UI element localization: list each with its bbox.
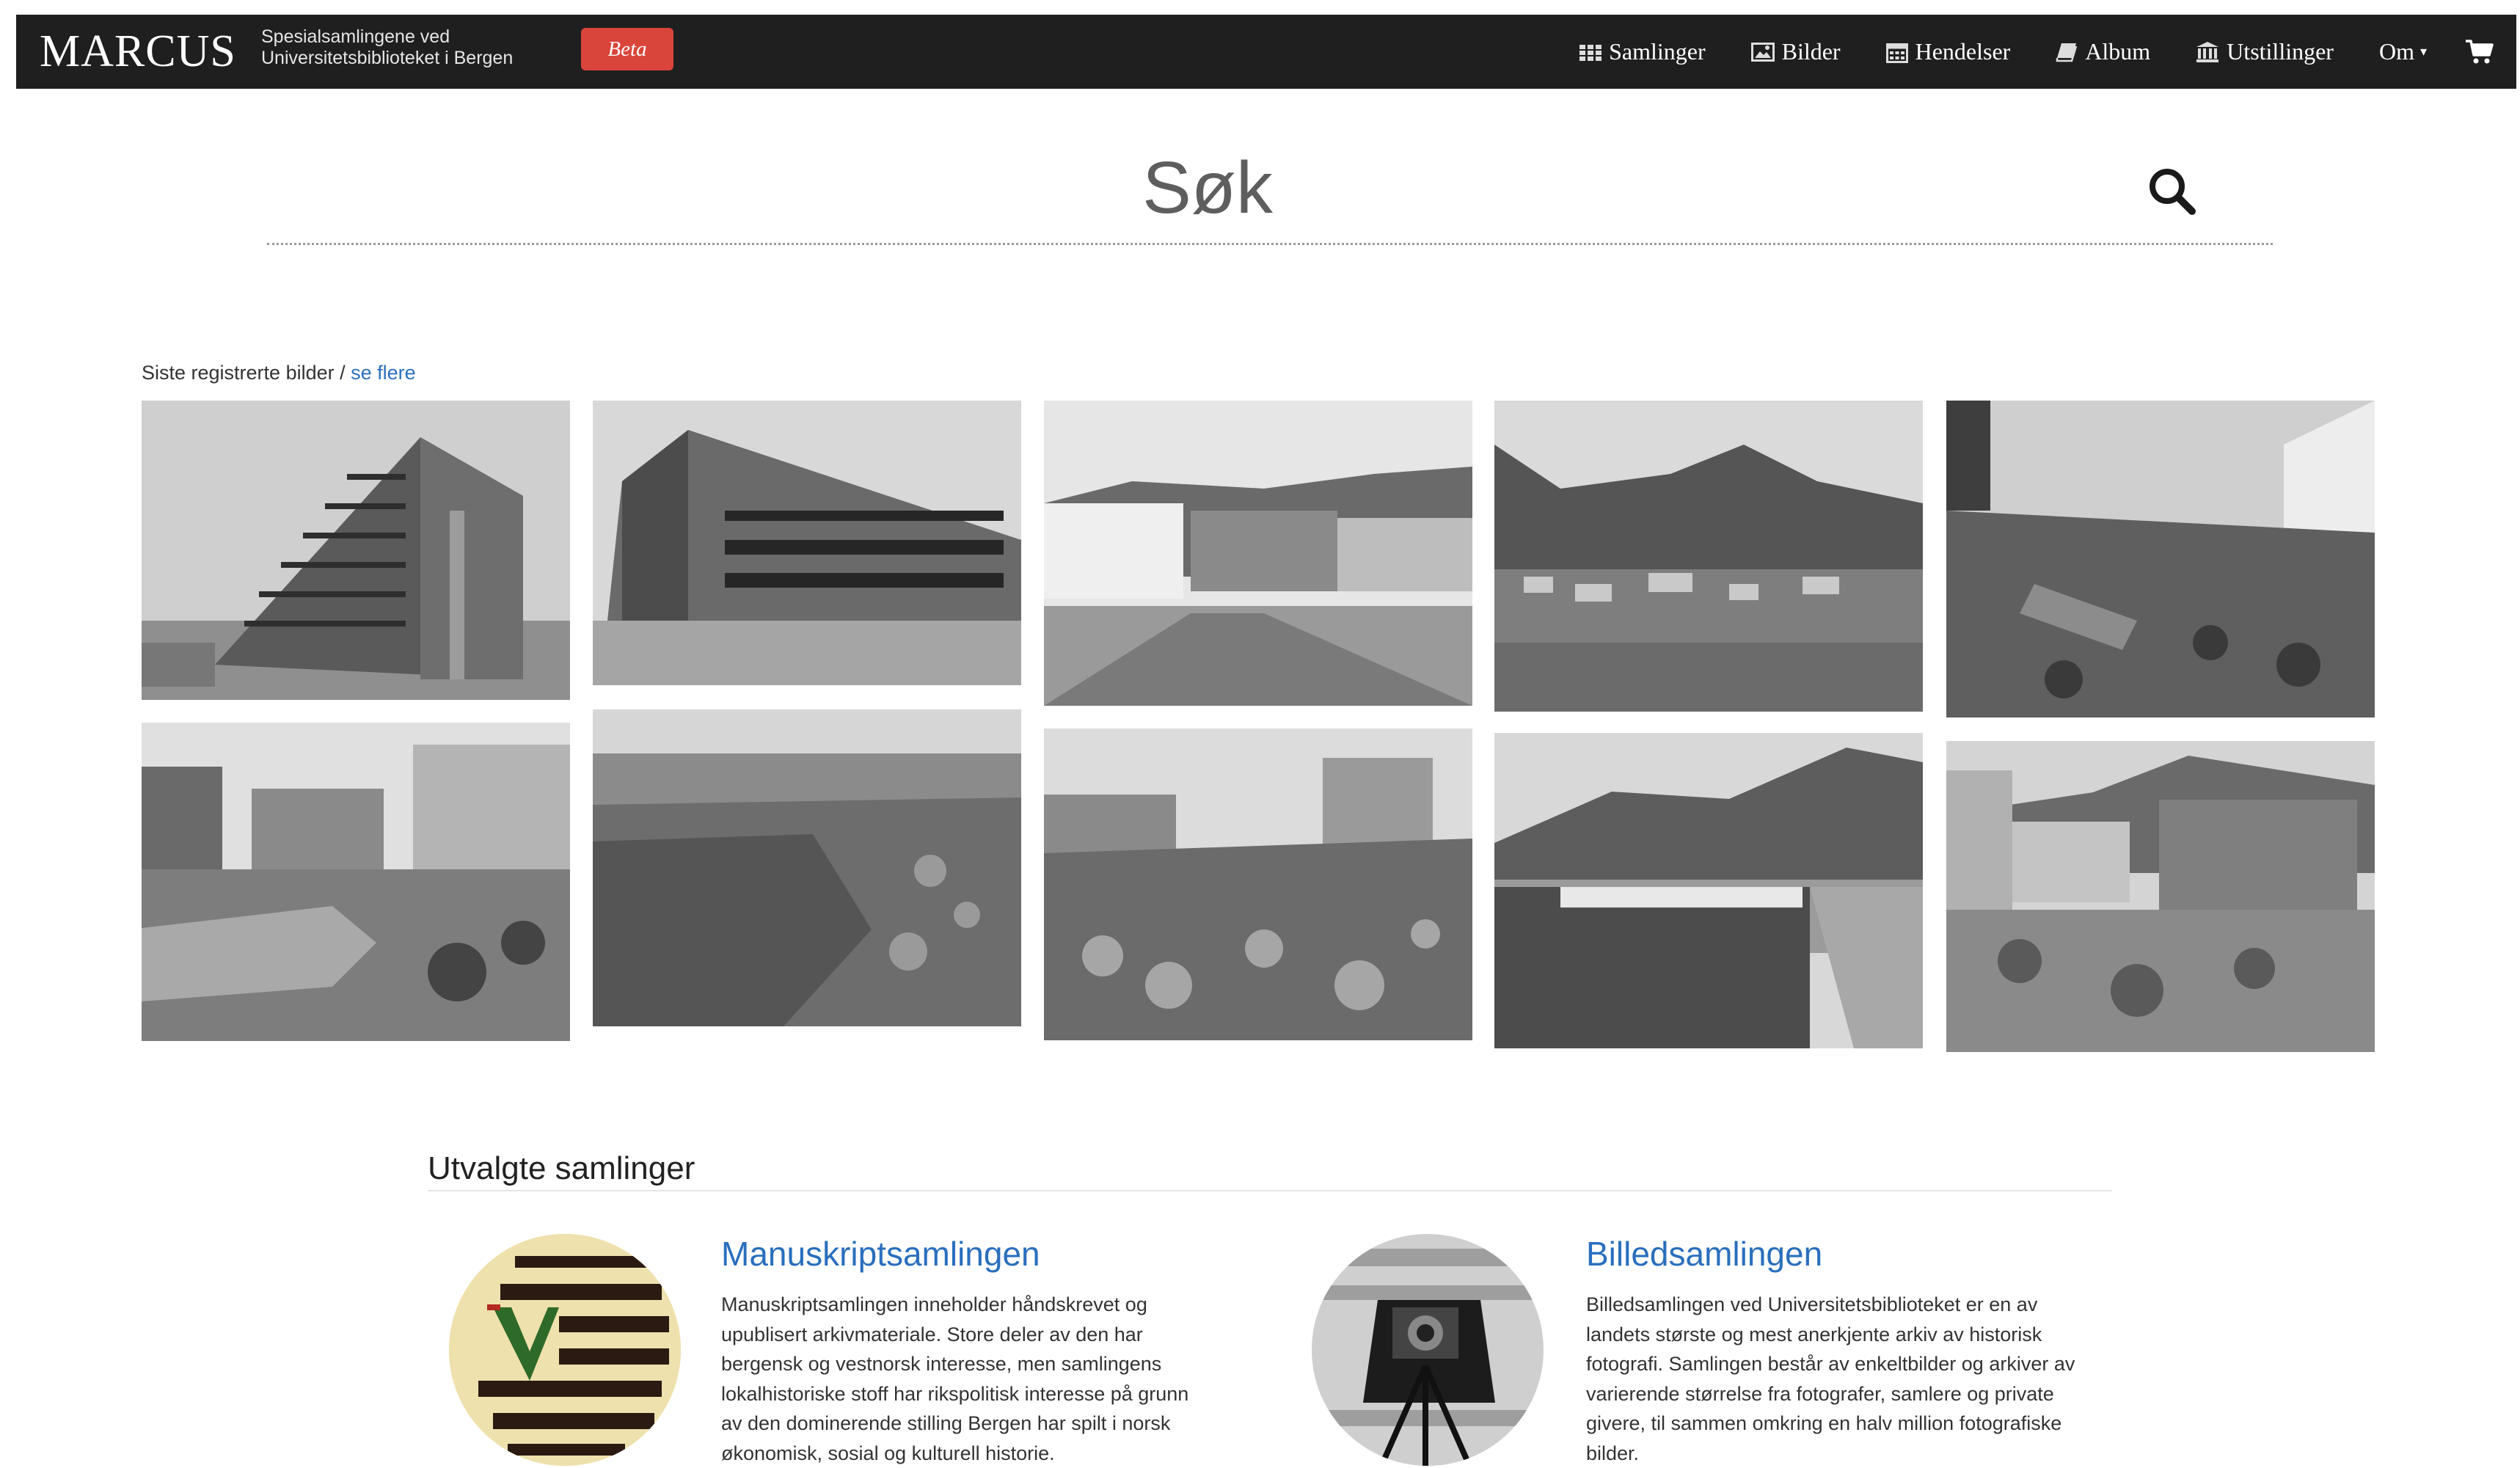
- desc-line: Billedsamlingen ved Universitetsbibliote…: [1586, 1290, 2092, 1320]
- main-nav: Samlinger Bilder Hendelser Album Utstill…: [1534, 15, 2516, 89]
- desc-line: Manuskriptsamlingen inneholder håndskrev…: [721, 1290, 1227, 1320]
- brand-subtitle-line2: Universitetsbiblioteket i Bergen: [261, 48, 569, 69]
- desc-line: bilder.: [1586, 1439, 2092, 1468]
- nav-bilder[interactable]: Bilder: [1751, 38, 1841, 65]
- brand-subtitle-line1: Spesialsamlingene ved: [261, 26, 569, 48]
- nav-om-label: Om: [2379, 38, 2414, 65]
- photo-collection-title[interactable]: Billedsamlingen: [1586, 1234, 1822, 1274]
- desc-line: varierende størrelse fra fotografer, sam…: [1586, 1379, 2092, 1409]
- rubble-photo: [1044, 728, 1472, 1040]
- photo-thumbnail-9[interactable]: [1494, 733, 1923, 1048]
- desc-line: fotografi. Samlingen består av enkeltbil…: [1586, 1349, 2092, 1379]
- image-icon: [1751, 43, 1775, 62]
- photo-thumbnail-2[interactable]: [593, 401, 1021, 685]
- top-navbar: MARCUS Spesialsamlingene ved Universitet…: [16, 15, 2516, 89]
- book-icon: [2056, 42, 2078, 62]
- nav-hendelser-label: Hendelser: [1915, 38, 2011, 65]
- institution-icon: [2196, 41, 2219, 63]
- desc-line: lokalhistoriske stoff har rikspolitisk i…: [721, 1379, 1227, 1409]
- photo-thumbnail-8[interactable]: [1044, 728, 1472, 1040]
- brand-subtitle: Spesialsamlingene ved Universitetsbiblio…: [261, 26, 569, 69]
- street-photo: [1044, 401, 1472, 706]
- manuscript-collection-image[interactable]: [449, 1234, 681, 1466]
- photo-thumbnail-4[interactable]: [1494, 401, 1923, 712]
- desc-line: landets største og mest anerkjente arkiv…: [1586, 1320, 2092, 1350]
- recent-photos-label: Siste registrerte bilder / se flere: [142, 362, 416, 384]
- beta-badge: Beta: [581, 28, 673, 70]
- manuscript-collection-description: Manuskriptsamlingen inneholder håndskrev…: [721, 1290, 1227, 1468]
- manuscript-collection-title[interactable]: Manuskriptsamlingen: [721, 1234, 1040, 1274]
- photo-thumbnail-1[interactable]: [142, 401, 570, 700]
- caret-down-icon: ▾: [2420, 44, 2427, 59]
- desc-line: av den dominerende stilling Bergen har s…: [721, 1409, 1227, 1439]
- photo-thumbnail-3[interactable]: [1044, 401, 1472, 706]
- nav-samlinger[interactable]: Samlinger: [1579, 38, 1706, 65]
- calendar-icon: [1886, 41, 1908, 63]
- photo-thumbnail-10[interactable]: [1946, 741, 2375, 1052]
- recent-photos-text: Siste registrerte bilder /: [142, 362, 346, 384]
- photo-thumbnail-5[interactable]: [1946, 401, 2375, 717]
- desc-line: givere, til sammen omkring en halv milli…: [1586, 1409, 2092, 1439]
- shopping-cart-icon[interactable]: [2465, 39, 2494, 65]
- nav-hendelser[interactable]: Hendelser: [1886, 38, 2011, 65]
- search-input[interactable]: [267, 139, 2148, 236]
- nav-samlinger-label: Samlinger: [1609, 38, 1706, 65]
- building-photo: [142, 401, 570, 700]
- section-divider: [428, 1190, 2112, 1191]
- town-photo: [1494, 733, 1923, 1048]
- desc-line: bergensk og vestnorsk interesse, men sam…: [721, 1349, 1227, 1379]
- search-button[interactable]: [2142, 163, 2201, 222]
- brand-logo[interactable]: MARCUS: [40, 22, 236, 81]
- camera-illustration: [1312, 1234, 1544, 1466]
- excavation-photo: [593, 709, 1021, 1026]
- ruins-photo: [1946, 741, 2375, 1052]
- search-bar: [267, 132, 2273, 245]
- nav-utstillinger-label: Utstillinger: [2227, 38, 2334, 65]
- search-icon: [2145, 164, 2198, 221]
- landscape-photo: [1494, 401, 1923, 712]
- manuscript-illustration: [449, 1234, 681, 1466]
- photo-collection-image[interactable]: [1312, 1234, 1544, 1466]
- desc-line: upublisert arkivmateriale. Store deler a…: [721, 1320, 1227, 1350]
- pond-photo: [142, 723, 570, 1041]
- desc-line: økonomisk, sosial og kulturell historie.: [721, 1439, 1227, 1468]
- demolition-photo: [1946, 401, 2375, 717]
- photo-thumbnail-6[interactable]: [142, 723, 570, 1041]
- see-more-link[interactable]: se flere: [351, 362, 416, 384]
- nav-om-dropdown[interactable]: Om ▾: [2379, 38, 2427, 65]
- nav-album-label: Album: [2085, 38, 2150, 65]
- grid-icon: [1579, 43, 1602, 61]
- photo-collection-description: Billedsamlingen ved Universitetsbibliote…: [1586, 1290, 2092, 1468]
- nav-album[interactable]: Album: [2056, 38, 2150, 65]
- featured-collections-heading: Utvalgte samlinger: [428, 1150, 695, 1187]
- photo-thumbnail-7[interactable]: [593, 709, 1021, 1026]
- building-photo: [593, 401, 1021, 685]
- nav-bilder-label: Bilder: [1782, 38, 1841, 65]
- nav-utstillinger[interactable]: Utstillinger: [2196, 38, 2334, 65]
